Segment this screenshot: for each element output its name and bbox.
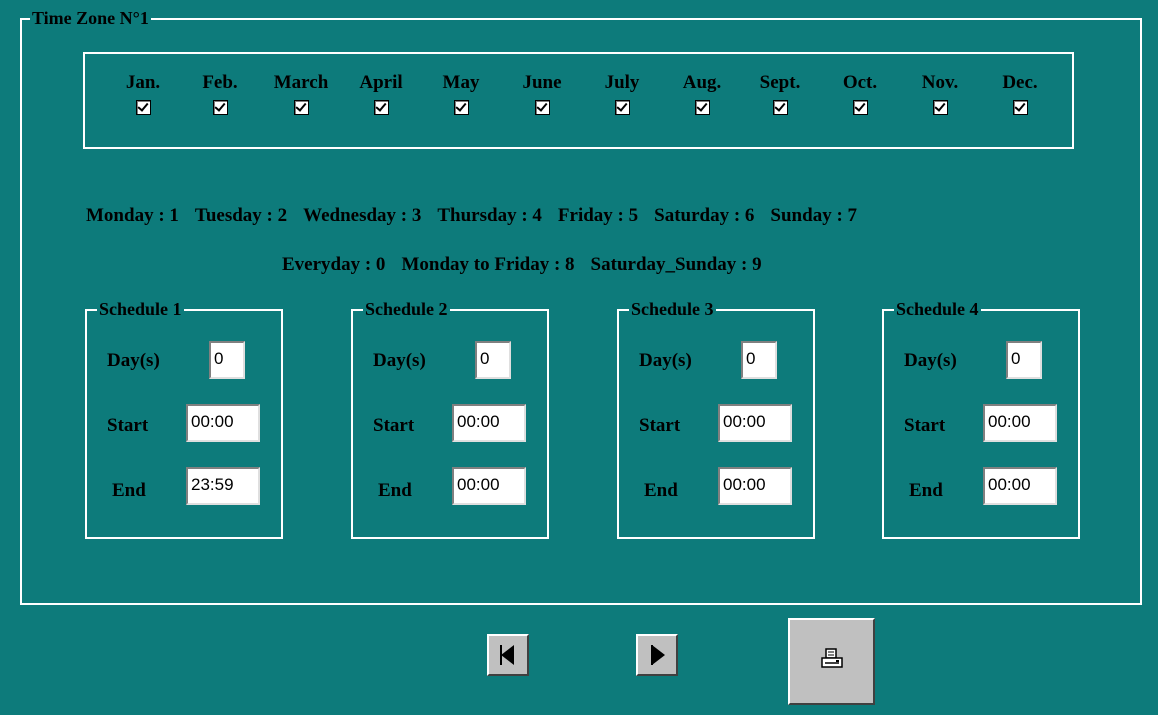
days-label: Day(s) (107, 350, 160, 371)
month-4: May (431, 72, 491, 121)
previous-button[interactable] (487, 634, 529, 676)
month-label: Jan. (125, 72, 161, 93)
month-2: March (271, 72, 331, 121)
month-checkbox[interactable] (772, 100, 788, 115)
legend-item: Thursday : 4 (437, 205, 542, 226)
start-label: Start (639, 415, 681, 436)
month-7: Aug. (672, 72, 732, 121)
month-8: Sept. (750, 72, 810, 121)
month-1: Feb. (190, 72, 250, 121)
legend-item: Monday to Friday : 8 (401, 254, 575, 275)
schedule-title: Schedule 1 (97, 298, 184, 320)
days-label: Day(s) (373, 350, 426, 371)
month-label: Sept. (759, 72, 801, 93)
schedule-1-box: Schedule 1 Day(s) 0 Start 00:00 End 23:59 (85, 298, 283, 539)
day-codes-legend: Monday : 1 Tuesday : 2 Wednesday : 3 Thursd… (86, 204, 857, 228)
next-button[interactable] (636, 634, 678, 676)
month-10: Nov. (910, 72, 970, 121)
month-label: May (442, 72, 480, 93)
start-label: Start (373, 415, 415, 436)
schedule-title: Schedule 2 (363, 298, 450, 320)
end-label: End (378, 480, 412, 501)
month-9: Oct. (830, 72, 890, 121)
month-label: Nov. (921, 72, 959, 93)
month-label: April (359, 72, 403, 93)
legend-item: Tuesday : 2 (194, 205, 288, 226)
legend-item: Monday : 1 (86, 205, 179, 226)
print-button[interactable] (788, 618, 875, 705)
end-input[interactable]: 00:00 (452, 467, 526, 505)
days-input[interactable]: 0 (475, 341, 511, 379)
month-checkbox[interactable] (614, 100, 630, 115)
legend-item: Friday : 5 (557, 205, 639, 226)
legend-item: Everyday : 0 (282, 254, 386, 275)
start-input[interactable]: 00:00 (983, 404, 1057, 442)
month-checkbox[interactable] (373, 100, 389, 115)
month-checkbox[interactable] (1012, 100, 1028, 115)
start-label: Start (107, 415, 149, 436)
time-zone-title: Time Zone N°1 (30, 7, 151, 29)
schedule-title: Schedule 3 (629, 298, 716, 320)
month-checkbox[interactable] (534, 100, 550, 115)
month-0: Jan. (113, 72, 173, 121)
month-label: June (522, 72, 562, 93)
month-checkbox[interactable] (694, 100, 710, 115)
legend-item: Wednesday : 3 (303, 205, 422, 226)
end-input[interactable]: 23:59 (186, 467, 260, 505)
start-input[interactable]: 00:00 (186, 404, 260, 442)
month-11: Dec. (990, 72, 1050, 121)
schedule-4-box: Schedule 4 Day(s) 0 Start 00:00 End 00:00 (882, 298, 1080, 539)
end-label: End (112, 480, 146, 501)
month-6: July (592, 72, 652, 121)
month-label: Dec. (1002, 72, 1038, 93)
month-checkbox[interactable] (852, 100, 868, 115)
days-label: Day(s) (904, 350, 957, 371)
month-label: March (273, 72, 329, 93)
next-arrow-bar (651, 645, 653, 665)
schedule-3-box: Schedule 3 Day(s) 0 Start 00:00 End 00:00 (617, 298, 815, 539)
days-input[interactable]: 0 (741, 341, 777, 379)
month-checkbox[interactable] (453, 100, 469, 115)
next-arrow-icon (652, 645, 665, 665)
legend-item: Saturday_Sunday : 9 (590, 254, 762, 275)
day-group-codes-legend: Everyday : 0 Monday to Friday : 8 Saturday… (282, 253, 762, 277)
end-input[interactable]: 00:00 (983, 467, 1057, 505)
printer-icon (821, 648, 843, 668)
end-label: End (909, 480, 943, 501)
legend-item: Sunday : 7 (770, 205, 858, 226)
month-label: Feb. (202, 72, 238, 93)
month-checkbox[interactable] (135, 100, 151, 115)
start-input[interactable]: 00:00 (452, 404, 526, 442)
month-checkbox[interactable] (212, 100, 228, 115)
month-checkbox[interactable] (293, 100, 309, 115)
month-checkbox[interactable] (932, 100, 948, 115)
month-label: Aug. (682, 72, 722, 93)
schedule-2-box: Schedule 2 Day(s) 0 Start 00:00 End 00:00 (351, 298, 549, 539)
start-input[interactable]: 00:00 (718, 404, 792, 442)
previous-arrow-icon (501, 645, 514, 665)
month-5: June (512, 72, 572, 121)
previous-arrow-bar (500, 645, 502, 665)
days-input[interactable]: 0 (209, 341, 245, 379)
legend-item: Saturday : 6 (654, 205, 755, 226)
start-label: Start (904, 415, 946, 436)
end-label: End (644, 480, 678, 501)
schedule-title: Schedule 4 (894, 298, 981, 320)
month-label: Oct. (842, 72, 878, 93)
days-label: Day(s) (639, 350, 692, 371)
month-label: July (604, 72, 640, 93)
month-3: April (351, 72, 411, 121)
end-input[interactable]: 00:00 (718, 467, 792, 505)
days-input[interactable]: 0 (1006, 341, 1042, 379)
